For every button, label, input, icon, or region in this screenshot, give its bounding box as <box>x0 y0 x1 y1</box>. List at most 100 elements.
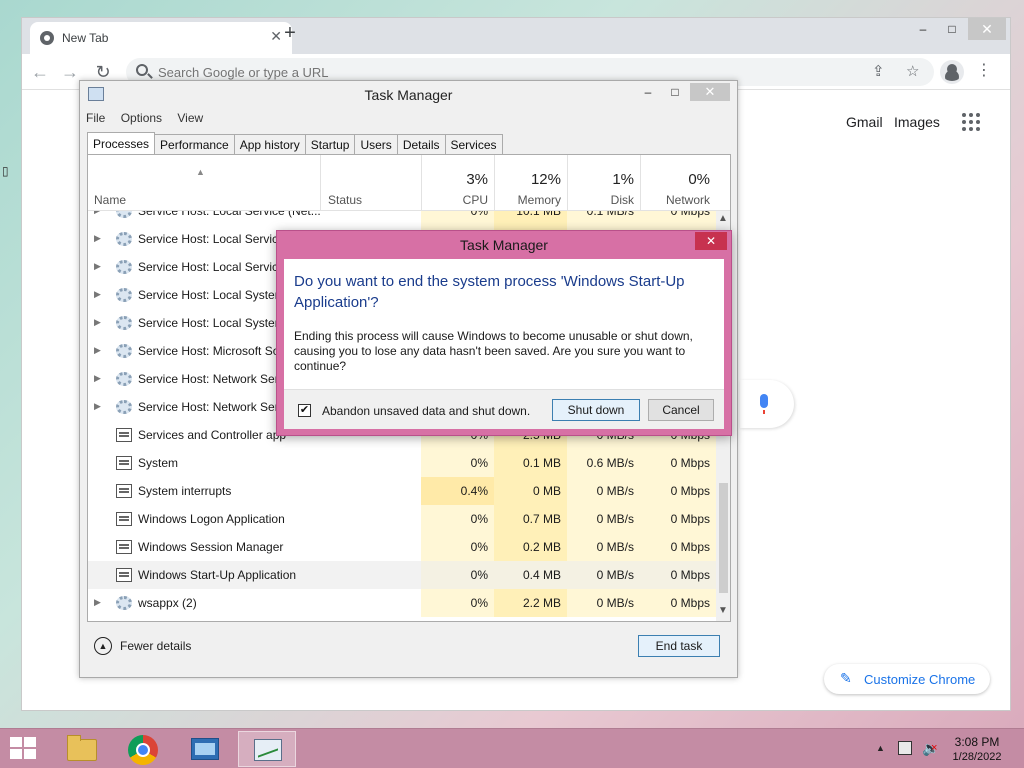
pencil-icon: ✎ <box>840 670 852 686</box>
process-name: Services and Controller app <box>138 428 287 442</box>
abandon-data-checkbox[interactable]: ✔ <box>298 404 311 417</box>
clock-date[interactable]: 1/28/2022 <box>946 751 1008 763</box>
taskbar-control-panel[interactable] <box>176 731 234 767</box>
process-row[interactable]: Windows Logon Application 0% 0.7 MB 0 MB/s 0… <box>88 505 716 533</box>
network-icon[interactable] <box>898 741 912 755</box>
scroll-up-arrow-icon[interactable]: ▲ <box>718 213 728 224</box>
task-manager-minimize-button[interactable]: – <box>635 83 661 101</box>
process-network: 0 Mbps <box>640 449 716 477</box>
chrome-minimize-button[interactable]: – <box>908 18 938 40</box>
expand-arrow-icon[interactable]: ▶ <box>94 373 101 384</box>
menu-view[interactable]: View <box>177 111 203 125</box>
menu-file[interactable]: File <box>86 111 105 125</box>
tray-chevron-up-icon[interactable]: ▲ <box>876 743 885 753</box>
column-name[interactable]: Name <box>94 193 126 207</box>
tab-processes[interactable]: Processes <box>87 132 156 155</box>
menu-options[interactable]: Options <box>121 111 162 125</box>
column-memory-percent[interactable]: 12% <box>494 171 561 188</box>
omnibox-input[interactable] <box>158 63 818 81</box>
google-apps-icon[interactable] <box>962 113 980 131</box>
process-name: Windows Start-Up Application <box>138 568 297 582</box>
fewer-details-label: Fewer details <box>120 639 192 653</box>
column-network[interactable]: Network <box>640 193 710 207</box>
process-row[interactable]: ▶ wsappx (2) 0% 2.2 MB 0 MB/s 0 Mbps <box>88 589 716 617</box>
chrome-tabstrip: New Tab ✕ + – □ ✕ <box>22 18 1010 54</box>
process-disk: 0 MB/s <box>567 477 640 505</box>
gear-icon <box>116 211 132 218</box>
expand-arrow-icon[interactable]: ▶ <box>94 211 101 216</box>
cancel-button[interactable]: Cancel <box>648 399 714 421</box>
gmail-link[interactable]: Gmail <box>846 114 883 130</box>
process-row[interactable]: Windows Start-Up Application 0% 0.4 MB 0 MB… <box>88 561 716 589</box>
process-disk: 0 MB/s <box>567 589 640 617</box>
gear-icon <box>116 596 132 610</box>
tab-services[interactable]: Services <box>445 134 503 155</box>
task-manager-titlebar[interactable]: Task Manager – □ ✕ <box>80 81 737 107</box>
task-manager-menubar: File Options View <box>86 111 215 129</box>
column-memory[interactable]: Memory <box>494 193 561 207</box>
task-manager-close-button[interactable]: ✕ <box>690 83 730 101</box>
column-disk[interactable]: Disk <box>567 193 634 207</box>
scrollbar-thumb[interactable] <box>719 483 728 593</box>
process-network: 0 Mbps <box>640 477 716 505</box>
shut-down-button[interactable]: Shut down <box>552 399 640 421</box>
process-cpu: 0% <box>421 449 494 477</box>
tab-details[interactable]: Details <box>397 134 446 155</box>
tab-performance[interactable]: Performance <box>155 134 235 155</box>
profile-avatar-icon[interactable] <box>940 60 964 84</box>
taskbar-file-explorer[interactable] <box>52 731 110 767</box>
process-row[interactable]: Windows Session Manager 0% 0.2 MB 0 MB/s 0 M… <box>88 533 716 561</box>
scroll-down-arrow-icon[interactable]: ▼ <box>718 605 728 616</box>
taskbar-chrome[interactable] <box>114 731 172 767</box>
back-arrow-icon[interactable]: ← <box>28 60 52 84</box>
expand-arrow-icon[interactable]: ▶ <box>94 317 101 328</box>
process-cpu: 0% <box>421 505 494 533</box>
kebab-menu-icon[interactable]: ⋮ <box>976 60 992 80</box>
column-disk-percent[interactable]: 1% <box>567 171 634 188</box>
tab-users[interactable]: Users <box>355 134 398 155</box>
tab-app-history[interactable]: App history <box>234 134 306 155</box>
process-row[interactable]: System 0% 0.1 MB 0.6 MB/s 0 Mbps <box>88 449 716 477</box>
process-name: Windows Logon Application <box>138 512 285 526</box>
expand-arrow-icon[interactable]: ▶ <box>94 289 101 300</box>
process-row[interactable]: ▶ Service Host: Local Service (Net... 0%10… <box>88 211 716 225</box>
tab-title: New Tab <box>62 31 109 45</box>
column-cpu-percent[interactable]: 3% <box>421 171 488 188</box>
tab-startup[interactable]: Startup <box>305 134 356 155</box>
process-name: Service Host: Local System <box>138 288 285 302</box>
abandon-data-label[interactable]: Abandon unsaved data and shut down. <box>322 404 530 418</box>
chrome-maximize-button[interactable]: □ <box>937 18 967 40</box>
expand-arrow-icon[interactable]: ▶ <box>94 597 101 608</box>
column-cpu[interactable]: CPU <box>421 193 488 207</box>
expand-arrow-icon[interactable]: ▶ <box>94 345 101 356</box>
expand-arrow-icon[interactable]: ▶ <box>94 401 101 412</box>
bookmark-star-icon[interactable]: ☆ <box>906 62 919 80</box>
process-name: Service Host: Network Serv <box>138 400 285 414</box>
app-window-icon <box>116 540 132 554</box>
dialog-actions: ✔ Abandon unsaved data and shut down. Sh… <box>284 389 724 429</box>
app-window-icon <box>116 568 132 582</box>
taskbar-task-manager[interactable] <box>238 731 296 767</box>
expand-arrow-icon[interactable]: ▶ <box>94 261 101 272</box>
clock-time[interactable]: 3:08 PM <box>946 735 1008 749</box>
dialog-close-button[interactable]: ✕ <box>695 232 727 250</box>
tab-new-tab[interactable]: New Tab ✕ <box>30 22 292 54</box>
process-network: 0 Mbps <box>640 589 716 617</box>
process-row[interactable]: System interrupts 0.4% 0 MB 0 MB/s 0 Mbps <box>88 477 716 505</box>
new-tab-button[interactable]: + <box>278 22 302 48</box>
chrome-close-button[interactable]: ✕ <box>968 18 1006 40</box>
column-status[interactable]: Status <box>328 193 362 207</box>
share-icon[interactable]: ⇪ <box>872 62 885 80</box>
windows-start-icon[interactable] <box>10 737 38 761</box>
expand-arrow-icon[interactable]: ▶ <box>94 233 101 244</box>
images-link[interactable]: Images <box>894 114 940 130</box>
process-name: Service Host: Local Service <box>138 260 285 274</box>
process-name: Service Host: Local Service (Net... <box>138 211 321 218</box>
end-task-button[interactable]: End task <box>638 635 720 657</box>
volume-muted-icon[interactable]: 🔈 <box>922 740 939 757</box>
customize-chrome-button[interactable]: ✎ Customize Chrome <box>824 664 990 694</box>
process-name: System interrupts <box>138 484 232 498</box>
voice-search-button[interactable] <box>740 380 794 428</box>
task-manager-maximize-button[interactable]: □ <box>662 83 688 101</box>
column-network-percent[interactable]: 0% <box>640 171 710 188</box>
